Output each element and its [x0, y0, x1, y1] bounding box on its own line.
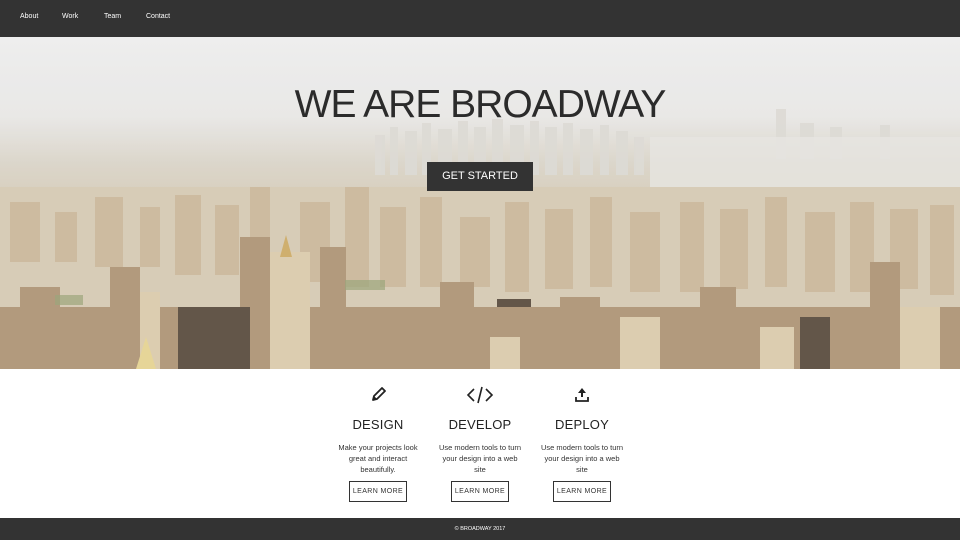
upload-icon [575, 388, 589, 402]
feature-title: DESIGN [352, 417, 404, 432]
footer: © BROADWAY 2017 [0, 518, 960, 540]
code-icon [466, 386, 494, 404]
learn-more-button[interactable]: LEARN MORE [349, 481, 407, 502]
feature-description: Make your projects look great and intera… [338, 443, 418, 474]
nav-link-about[interactable]: About [20, 13, 38, 20]
nav-link-work[interactable]: Work [62, 13, 78, 20]
feature-title: DEVELOP [448, 417, 512, 432]
nav-link-team[interactable]: Team [104, 13, 121, 20]
learn-more-button[interactable]: LEARN MORE [553, 481, 611, 502]
hero-title: WE ARE BROADWAY [294, 83, 667, 126]
top-navigation: About Work Team Contact [0, 0, 960, 37]
feature-deploy: DEPLOY Use modern tools to turn your des… [532, 384, 632, 502]
hero-section: WE ARE BROADWAY GET STARTED [0, 37, 960, 369]
get-started-button[interactable]: GET STARTED [427, 162, 533, 191]
feature-design: DESIGN Make your projects look great and… [328, 384, 428, 502]
pencil-icon [372, 387, 386, 401]
nav-link-contact[interactable]: Contact [146, 13, 170, 20]
learn-more-button[interactable]: LEARN MORE [451, 481, 509, 502]
feature-description: Use modern tools to turn your design int… [540, 443, 624, 474]
feature-develop: DEVELOP Use modern tools to turn your de… [430, 384, 530, 502]
feature-description: Use modern tools to turn your design int… [438, 443, 522, 474]
copyright-text: © BROADWAY 2017 [454, 526, 506, 532]
feature-title: DEPLOY [555, 417, 609, 432]
